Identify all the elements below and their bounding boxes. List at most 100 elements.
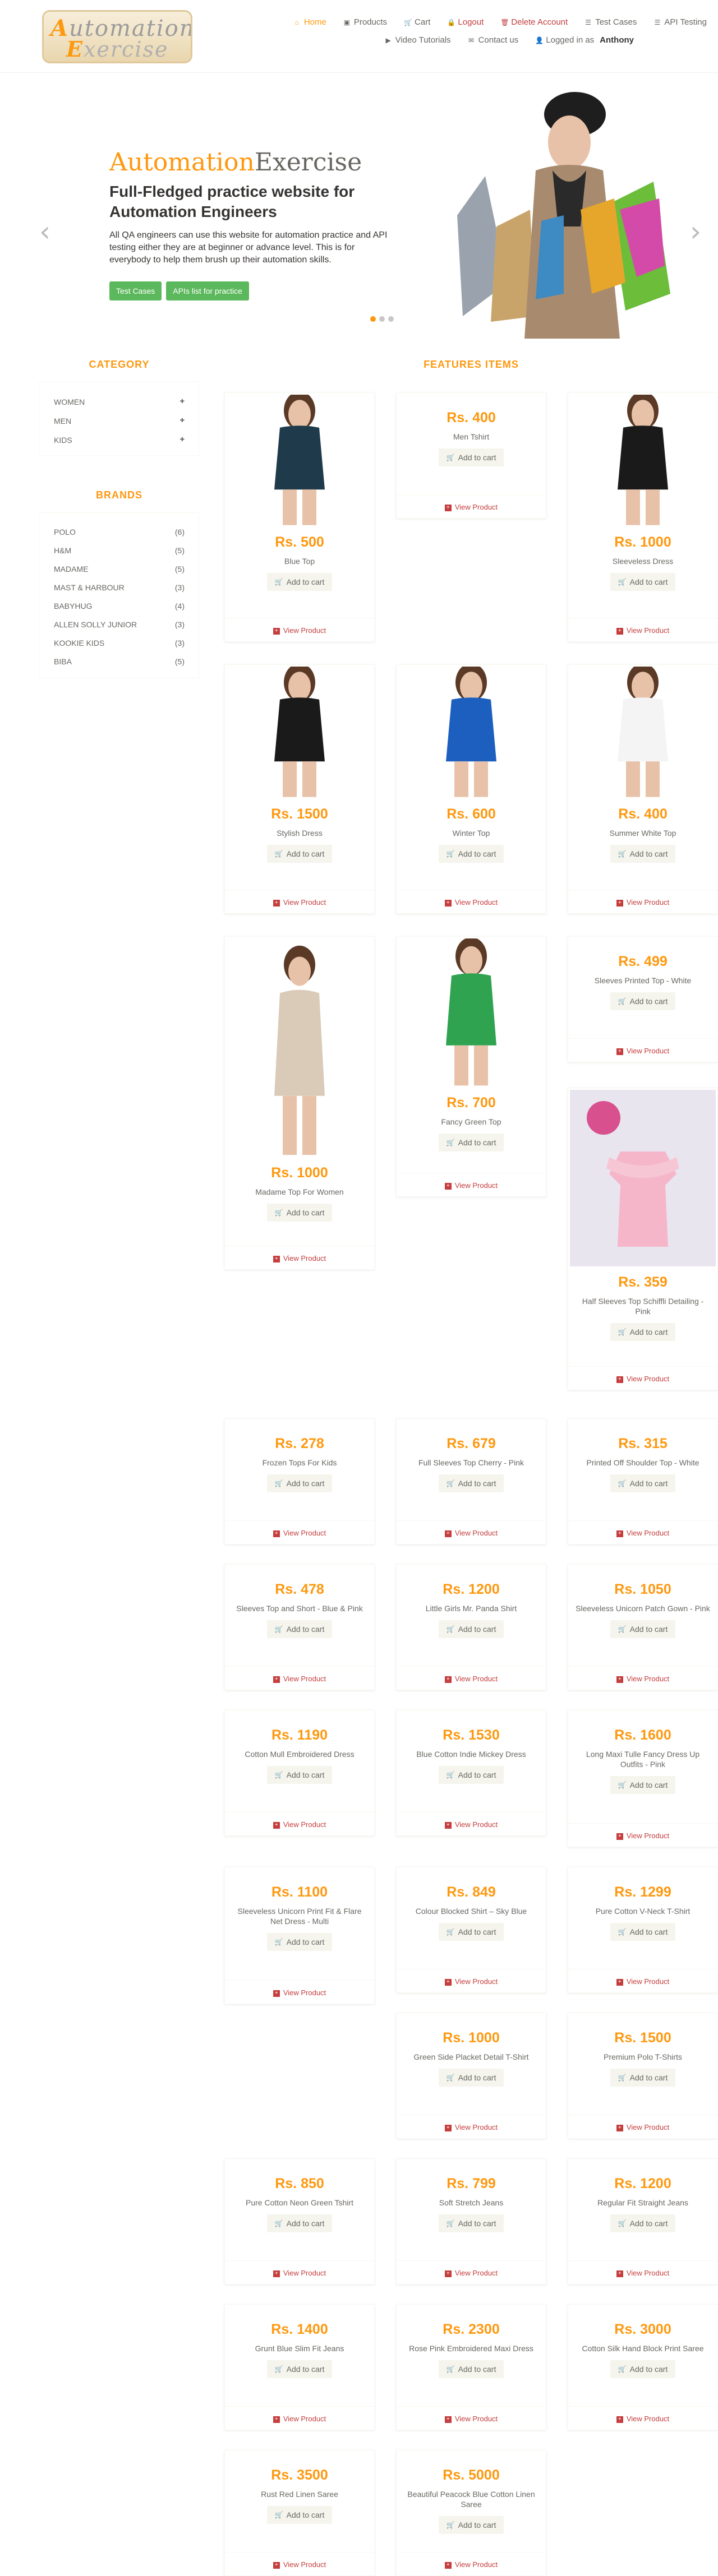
add-to-cart-button[interactable]: 🛒 Add to cart xyxy=(266,1204,333,1222)
add-to-cart-button[interactable]: 🛒 Add to cart xyxy=(266,2360,333,2378)
add-to-cart-button[interactable]: 🛒 Add to cart xyxy=(438,2069,504,2087)
add-to-cart-button[interactable]: 🛒 Add to cart xyxy=(266,2214,333,2232)
nav-logout[interactable]: 🔒 Logout xyxy=(447,15,484,30)
view-product-link[interactable]: + View Product xyxy=(568,1366,717,1390)
view-product-link[interactable]: + View Product xyxy=(568,890,717,913)
product-card: Rs. 3500 Rust Red Linen Saree 🛒 Add to cart… xyxy=(224,2450,375,2576)
nav-video-tutorials[interactable]: ▶ Video Tutorials xyxy=(385,33,450,48)
add-to-cart-label: Add to cart xyxy=(458,1625,496,1634)
nav-delete-account[interactable]: 🗑 Delete Account xyxy=(500,15,568,30)
add-to-cart-button[interactable]: 🛒 Add to cart xyxy=(266,845,333,863)
add-to-cart-button[interactable]: 🛒 Add to cart xyxy=(438,1923,504,1941)
nav-test-cases[interactable]: ☰ Test Cases xyxy=(584,15,637,30)
add-to-cart-button[interactable]: 🛒 Add to cart xyxy=(610,1776,676,1794)
add-to-cart-button[interactable]: 🛒 Add to cart xyxy=(610,992,676,1010)
main-nav: ⌂ Home ▣ Products 🛒 Cart 🔒 Logout 🗑 Delete Ac… xyxy=(264,15,707,48)
view-product-link[interactable]: + View Product xyxy=(397,1173,546,1196)
brand-item[interactable]: BABYHUG (4) xyxy=(54,597,185,616)
brand-item[interactable]: BIBA (5) xyxy=(54,653,185,671)
brand-item[interactable]: ALLEN SOLLY JUNIOR (3) xyxy=(54,616,185,634)
view-product-link[interactable]: + View Product xyxy=(568,618,717,641)
add-to-cart-button[interactable]: 🛒 Add to cart xyxy=(438,1766,504,1784)
brand-item[interactable]: KOOKIE KIDS (3) xyxy=(54,634,185,653)
view-product-link[interactable]: + View Product xyxy=(568,1666,717,1690)
view-product-link[interactable]: + View Product xyxy=(225,2260,374,2284)
add-to-cart-button[interactable]: 🛒 Add to cart xyxy=(438,1134,504,1151)
slider-prev-chevron-icon[interactable]: ‹ xyxy=(39,215,50,248)
view-product-link[interactable]: + View Product xyxy=(397,2552,546,2575)
nav-contact-us[interactable]: ✉ Contact us xyxy=(468,33,518,48)
brand-item[interactable]: POLO (6) xyxy=(54,523,185,542)
nav-cart[interactable]: 🛒 Cart xyxy=(404,15,430,30)
view-product-link[interactable]: + View Product xyxy=(568,1823,717,1847)
add-to-cart-button[interactable]: 🛒 Add to cart xyxy=(266,1474,333,1492)
category-title: CATEGORY xyxy=(89,359,150,370)
category-kids[interactable]: KIDS ✚ xyxy=(54,431,185,450)
view-product-link[interactable]: + View Product xyxy=(225,1520,374,1544)
site-logo[interactable]: Automation Exercise xyxy=(42,10,192,63)
slider-dot[interactable] xyxy=(370,316,376,322)
view-product-link[interactable]: + View Product xyxy=(397,1812,546,1835)
add-to-cart-button[interactable]: 🛒 Add to cart xyxy=(610,2214,676,2232)
slider-dot[interactable] xyxy=(388,316,394,322)
add-to-cart-button[interactable]: 🛒 Add to cart xyxy=(438,2360,504,2378)
view-product-link[interactable]: + View Product xyxy=(225,2552,374,2575)
add-to-cart-button[interactable]: 🛒 Add to cart xyxy=(610,1923,676,1941)
add-to-cart-button[interactable]: 🛒 Add to cart xyxy=(266,1933,333,1951)
view-product-link[interactable]: + View Product xyxy=(225,1980,374,2004)
category-men[interactable]: MEN ✚ xyxy=(54,411,185,431)
add-to-cart-button[interactable]: 🛒 Add to cart xyxy=(438,845,504,863)
add-to-cart-button[interactable]: 🛒 Add to cart xyxy=(438,2214,504,2232)
add-to-cart-button[interactable]: 🛒 Add to cart xyxy=(266,2506,333,2524)
view-product-link[interactable]: + View Product xyxy=(397,1520,546,1544)
slider-dot[interactable] xyxy=(379,316,385,322)
add-to-cart-button[interactable]: 🛒 Add to cart xyxy=(610,1323,676,1341)
view-product-link[interactable]: + View Product xyxy=(397,1969,546,1992)
add-to-cart-button[interactable]: 🛒 Add to cart xyxy=(438,2516,504,2534)
apis-list-button[interactable]: APIs list for practice xyxy=(166,281,249,300)
brand-item[interactable]: MAST & HARBOUR (3) xyxy=(54,579,185,597)
view-product-link[interactable]: + View Product xyxy=(397,2406,546,2430)
add-to-cart-button[interactable]: 🛒 Add to cart xyxy=(266,1766,333,1784)
view-product-link[interactable]: + View Product xyxy=(568,1038,717,1062)
product-price: Rs. 600 xyxy=(447,806,496,822)
view-product-link[interactable]: + View Product xyxy=(397,1666,546,1690)
view-product-link[interactable]: + View Product xyxy=(225,1246,374,1269)
add-to-cart-button[interactable]: 🛒 Add to cart xyxy=(438,448,504,466)
add-to-cart-button[interactable]: 🛒 Add to cart xyxy=(610,573,676,591)
view-product-link[interactable]: + View Product xyxy=(568,2115,717,2138)
view-product-link[interactable]: + View Product xyxy=(225,890,374,913)
view-product-link[interactable]: + View Product xyxy=(568,1520,717,1544)
add-to-cart-button[interactable]: 🛒 Add to cart xyxy=(438,1474,504,1492)
add-to-cart-button[interactable]: 🛒 Add to cart xyxy=(610,2360,676,2378)
add-to-cart-button[interactable]: 🛒 Add to cart xyxy=(610,2069,676,2087)
add-to-cart-button[interactable]: 🛒 Add to cart xyxy=(438,1620,504,1638)
nav-home[interactable]: ⌂ Home xyxy=(293,15,326,30)
view-product-link[interactable]: + View Product xyxy=(397,494,546,518)
view-product-link[interactable]: + View Product xyxy=(225,2406,374,2430)
product-card: Rs. 679 Full Sleeves Top Cherry - Pink 🛒 Ad… xyxy=(396,1418,546,1544)
add-to-cart-button[interactable]: 🛒 Add to cart xyxy=(610,1620,676,1638)
add-to-cart-button[interactable]: 🛒 Add to cart xyxy=(610,845,676,863)
add-to-cart-button[interactable]: 🛒 Add to cart xyxy=(266,1620,333,1638)
view-product-link[interactable]: + View Product xyxy=(568,2406,717,2430)
view-product-label: View Product xyxy=(626,626,670,635)
slider-next-chevron-icon[interactable]: › xyxy=(690,215,701,248)
view-product-link[interactable]: + View Product xyxy=(397,2115,546,2138)
brand-item[interactable]: H&M (5) xyxy=(54,542,185,560)
brand-item[interactable]: MADAME (5) xyxy=(54,560,185,579)
test-cases-button[interactable]: Test Cases xyxy=(109,281,162,300)
nav-products[interactable]: ▣ Products xyxy=(343,15,387,30)
category-women[interactable]: WOMEN ✚ xyxy=(54,392,185,411)
view-product-link[interactable]: + View Product xyxy=(397,2260,546,2284)
view-product-link[interactable]: + View Product xyxy=(568,1969,717,1992)
add-to-cart-button[interactable]: 🛒 Add to cart xyxy=(610,1474,676,1492)
view-product-link[interactable]: + View Product xyxy=(568,2260,717,2284)
product-price: Rs. 1100 xyxy=(271,1884,328,1900)
view-product-link[interactable]: + View Product xyxy=(225,618,374,641)
nav-api-testing[interactable]: ☰ API Testing xyxy=(653,15,707,30)
view-product-link[interactable]: + View Product xyxy=(225,1812,374,1835)
add-to-cart-button[interactable]: 🛒 Add to cart xyxy=(266,573,333,591)
view-product-link[interactable]: + View Product xyxy=(225,1666,374,1690)
view-product-link[interactable]: + View Product xyxy=(397,890,546,913)
